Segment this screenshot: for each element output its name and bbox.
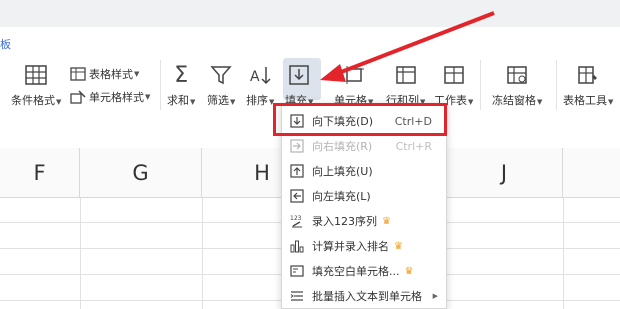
- annotation-arrow-icon: [320, 11, 495, 82]
